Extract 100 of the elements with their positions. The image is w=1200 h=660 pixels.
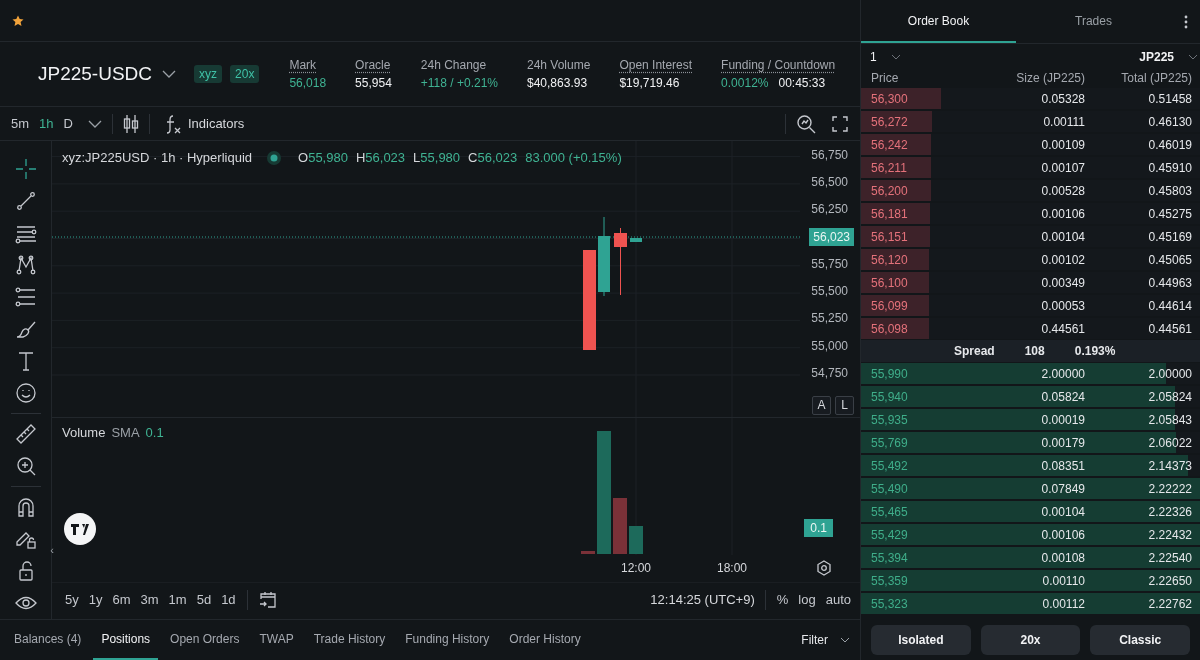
price-cell-text: 56,272 xyxy=(871,114,909,129)
chevron-icon xyxy=(890,53,901,60)
setting-button[interactable]: Isolated xyxy=(871,625,971,655)
size-cell-text: 0.00109 xyxy=(1040,137,1085,152)
range-button[interactable]: 1m xyxy=(163,590,192,609)
setting-button[interactable]: 20x xyxy=(980,625,1081,655)
range-button[interactable]: 1y xyxy=(83,590,108,609)
ohlc-value: C56,023 xyxy=(468,150,518,165)
scale-button[interactable]: A xyxy=(812,395,831,415)
chevron-icon xyxy=(840,637,850,643)
range-button[interactable]: 1d xyxy=(216,590,241,609)
candles-icon[interactable] xyxy=(122,113,139,134)
grouping-dropdown[interactable]: 1 xyxy=(870,49,901,64)
scale-mode-button[interactable]: log xyxy=(793,590,821,609)
panel-tab[interactable]: TWAP xyxy=(251,620,302,660)
clock: 12:14:25 (UTC+9) xyxy=(650,592,755,607)
chevron-icon[interactable] xyxy=(87,119,102,128)
timeframe-tab[interactable]: 5m xyxy=(6,114,35,133)
panel-tab[interactable]: Positions xyxy=(93,620,159,660)
total-cell-text: 0.46019 xyxy=(1147,137,1192,152)
book-tab[interactable]: Trades xyxy=(1016,0,1171,43)
stat-label: Oracle xyxy=(355,58,392,72)
scale-mode-button[interactable]: auto xyxy=(820,590,856,609)
price-cell-text: 55,769 xyxy=(871,435,909,450)
price-cell-text: 55,940 xyxy=(871,389,909,404)
price-cell-text: 55,359 xyxy=(871,573,909,588)
stat-value: 00:45:33 xyxy=(778,76,826,90)
timeframe-tab[interactable]: D xyxy=(58,114,78,133)
range-button[interactable]: 5d xyxy=(191,590,217,609)
price-cell-text: 56,098 xyxy=(871,321,909,336)
indicators-button[interactable]: Indicators xyxy=(159,111,249,136)
total-cell-text: 2.22432 xyxy=(1147,527,1192,542)
total-cell-text: 2.22762 xyxy=(1147,596,1192,611)
time-tick: 18:00 xyxy=(717,561,747,575)
unit-dropdown[interactable]: JP225 xyxy=(1139,49,1198,64)
price-cell-text: 55,323 xyxy=(871,596,909,611)
size-cell-text: 0.00104 xyxy=(1040,229,1085,244)
stat-value: 0.0012% xyxy=(721,76,769,90)
panel-tab[interactable]: Funding History xyxy=(397,620,498,660)
star-icon[interactable] xyxy=(12,14,24,27)
size-cell-text: 0.07849 xyxy=(1040,481,1085,496)
range-button[interactable]: 6m xyxy=(107,590,136,609)
panel-tab[interactable]: Trade History xyxy=(305,620,394,660)
panel-tab[interactable]: Order History xyxy=(501,620,589,660)
collapse-arrow[interactable]: ‹ xyxy=(50,544,54,556)
total-cell-text: 2.14373 xyxy=(1147,458,1192,473)
spread-percent: 0.193% xyxy=(1074,344,1116,358)
price-cell-text: 56,300 xyxy=(871,91,909,106)
stat-value: 56,018 xyxy=(289,76,327,90)
total-cell-text: 0.45910 xyxy=(1147,160,1192,175)
total-cell-text: 2.22326 xyxy=(1147,504,1192,519)
panel-tab[interactable]: Open Orders xyxy=(162,620,248,660)
setting-button[interactable]: Classic xyxy=(1090,625,1190,655)
size-cell-text: 2.00000 xyxy=(1040,366,1085,381)
price-tick: 55,250 xyxy=(811,311,848,326)
size-cell-text: 0.00053 xyxy=(1040,298,1085,313)
range-button[interactable]: 3m xyxy=(135,590,164,609)
filter-dropdown[interactable]: Filter xyxy=(791,620,860,660)
total-cell-text: 0.46130 xyxy=(1147,114,1192,129)
price-cell-text: 55,394 xyxy=(871,550,909,565)
volume-value-label: 0.1 xyxy=(804,519,833,537)
scale-button[interactable]: L xyxy=(835,395,854,415)
size-cell-text: 0.00102 xyxy=(1040,252,1085,267)
price-cell-text: 55,990 xyxy=(871,366,909,381)
market-symbol[interactable]: JP225-USDC xyxy=(38,63,153,85)
stat-value: $40,863.93 xyxy=(527,76,588,90)
size-cell-text: 0.00528 xyxy=(1040,183,1085,198)
panel-tab[interactable]: Balances (4) xyxy=(6,620,90,660)
price-tick: 55,500 xyxy=(811,284,848,299)
stat-label: Open Interest xyxy=(619,58,693,72)
price-tick: 56,500 xyxy=(811,174,848,189)
scale-mode-button[interactable]: % xyxy=(771,590,794,609)
fullscreen-icon[interactable] xyxy=(832,115,848,132)
stat-value: 55,954 xyxy=(355,76,392,90)
logo-icon[interactable] xyxy=(64,513,96,545)
range-button[interactable]: 5y xyxy=(60,590,84,609)
price-cell-text: 56,181 xyxy=(871,206,909,221)
indicator-value: 0.1 xyxy=(145,425,164,440)
price-cell-text: 55,465 xyxy=(871,504,909,519)
stat-label: 24h Change xyxy=(420,58,488,72)
price-cell-text: 55,490 xyxy=(871,481,909,496)
price-cell-text: 56,211 xyxy=(871,160,908,175)
size-cell-text: 0.00104 xyxy=(1040,504,1085,519)
chevron-icon xyxy=(1188,53,1198,60)
book-tab[interactable]: Order Book xyxy=(861,0,1016,43)
price-cell-text: 55,429 xyxy=(871,527,909,542)
ohlc-value: H56,023 xyxy=(355,150,406,165)
search-icon[interactable] xyxy=(796,113,816,134)
total-cell-text: 0.51458 xyxy=(1147,91,1192,106)
settings-icon[interactable] xyxy=(816,560,832,576)
stat-label: 24h Volume xyxy=(527,58,591,72)
spread-value: 108 xyxy=(1024,344,1045,358)
calendar-icon[interactable] xyxy=(257,589,278,610)
chevron-icon[interactable] xyxy=(162,70,177,78)
total-cell-text: 2.22540 xyxy=(1147,550,1192,565)
total-cell-text: 0.44614 xyxy=(1147,298,1192,313)
size-cell-text: 0.08351 xyxy=(1040,458,1085,473)
price-cell-text: 55,492 xyxy=(871,458,909,473)
size-cell-text: 0.00108 xyxy=(1040,550,1085,565)
timeframe-tab[interactable]: 1h xyxy=(34,114,59,133)
